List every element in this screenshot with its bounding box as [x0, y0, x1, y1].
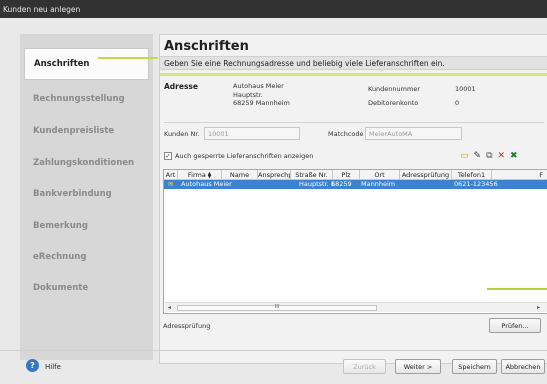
adresspruefung-label: Adressprüfung: [163, 322, 211, 330]
cancel-button[interactable]: Abbrechen: [501, 359, 545, 374]
column-header-name[interactable]: Name: [222, 170, 258, 180]
column-header-ort[interactable]: Ort: [360, 170, 400, 180]
edit-pencil-icon[interactable]: ✎: [474, 151, 482, 161]
column-header-ansprechp[interactable]: Ansprechp: [258, 170, 291, 180]
cell-telefon1: 0621-123456: [454, 180, 498, 188]
nav-item-erechnung[interactable]: eRechnung: [20, 241, 153, 273]
column-header-adresspruefung[interactable]: Adressprüfung: [400, 170, 452, 180]
kundennummer-label: Kundennummer: [368, 85, 420, 93]
matchcode-field[interactable]: MeierAutoMA: [365, 127, 462, 140]
grid-toolbar: ▭ ✎ ⧉ ✕ ✖: [460, 151, 518, 161]
scroll-left-icon[interactable]: ◂: [168, 304, 171, 311]
column-header-firma-label: Firma: [187, 171, 206, 179]
nav-item-zahlungskonditionen[interactable]: Zahlungskonditionen: [20, 147, 153, 179]
kunden-nr-field[interactable]: 10001: [204, 127, 300, 140]
kunden-nr-label: Kunden Nr.: [164, 130, 200, 138]
envelope-icon: ✉: [168, 180, 174, 188]
column-header-art[interactable]: Art: [164, 170, 178, 180]
show-blocked-checkbox[interactable]: ✓: [164, 152, 172, 160]
lieferanschriften-table: Art Firma ⧫ Name Ansprechp Straße Nr. Pl…: [163, 169, 547, 314]
page-title: Anschriften: [164, 39, 249, 54]
dialog-window: Anschriften Rechnungsstellung Kundenprei…: [0, 18, 547, 384]
address-label: Adresse: [164, 82, 198, 91]
address-line-street: Hauptstr.: [233, 90, 263, 99]
column-header-telefon1[interactable]: Telefon1: [452, 170, 492, 180]
nav-item-bemerkung[interactable]: Bemerkung: [20, 210, 153, 242]
matchcode-label: Matchcode: [328, 130, 364, 138]
column-header-f[interactable]: F: [492, 170, 547, 180]
cell-strasse: Hauptstr. 1: [299, 180, 335, 188]
section-divider: [164, 122, 544, 123]
cell-plz: 68259: [331, 180, 352, 188]
table-header: Art Firma ⧫ Name Ansprechp Straße Nr. Pl…: [164, 170, 547, 180]
active-nav-indicator: [98, 57, 158, 59]
cell-firma: Autohaus Meier: [181, 180, 232, 188]
show-blocked-checkbox-label: Auch gesperrte Lieferanschriften anzeige…: [175, 152, 314, 160]
table-row[interactable]: ✉ Autohaus Meier Hauptstr. 1 68259 Mannh…: [164, 180, 547, 189]
nav-item-kundenpreisliste[interactable]: Kundenpreisliste: [20, 115, 153, 147]
nav-item-bankverbindung[interactable]: Bankverbindung: [20, 178, 153, 210]
show-blocked-checkbox-row[interactable]: ✓ Auch gesperrte Lieferanschriften anzei…: [164, 152, 313, 160]
excel-export-icon[interactable]: ✖: [510, 151, 518, 161]
sidebar-nav: Anschriften Rechnungsstellung Kundenprei…: [20, 34, 153, 360]
back-button[interactable]: Zurück: [343, 359, 386, 374]
nav-item-anschriften[interactable]: Anschriften: [24, 48, 149, 80]
pruefen-button[interactable]: Prüfen...: [489, 318, 541, 333]
delete-icon[interactable]: ✕: [498, 151, 506, 161]
page-subtitle: Geben Sie eine Rechnungsadresse und beli…: [160, 56, 547, 70]
help-label[interactable]: Hilfe: [45, 363, 61, 371]
column-header-strasse[interactable]: Straße Nr.: [291, 170, 333, 180]
accent-line: [487, 288, 547, 290]
next-button[interactable]: Weiter >: [395, 359, 441, 374]
scrollbar-thumb[interactable]: III: [177, 305, 377, 311]
nav-item-dokumente[interactable]: Dokumente: [20, 272, 153, 304]
address-line-city: 68259 Mannheim: [233, 99, 290, 107]
address-block: Autohaus Meier Hauptstr. 68259 Mannheim: [233, 82, 290, 108]
cell-ort: Mannheim: [361, 180, 396, 188]
debitorenkonto-value: 0: [455, 99, 460, 107]
column-filter-icon[interactable]: ⧫: [208, 171, 211, 179]
address-line-company: Autohaus Meier: [233, 82, 284, 90]
nav-item-rechnungsstellung[interactable]: Rechnungsstellung: [20, 83, 153, 115]
copy-icon[interactable]: ⧉: [486, 151, 492, 161]
column-header-firma[interactable]: Firma ⧫: [178, 170, 222, 180]
footer-divider: [0, 350, 547, 351]
scroll-right-icon[interactable]: ▸: [537, 304, 540, 311]
debitorenkonto-label: Debitorenkonto: [368, 99, 419, 107]
column-header-plz[interactable]: Plz: [333, 170, 360, 180]
help-icon[interactable]: ?: [26, 359, 39, 372]
window-title: Kunden neu anlegen: [0, 0, 547, 18]
kundennummer-value: 10001: [455, 85, 476, 93]
save-button[interactable]: Speichern: [452, 359, 497, 374]
accent-divider: [160, 73, 547, 76]
new-folder-icon[interactable]: ▭: [460, 151, 469, 161]
horizontal-scrollbar[interactable]: ◂ III ▸: [165, 302, 547, 312]
main-panel: Anschriften Geben Sie eine Rechnungsadre…: [159, 34, 547, 364]
